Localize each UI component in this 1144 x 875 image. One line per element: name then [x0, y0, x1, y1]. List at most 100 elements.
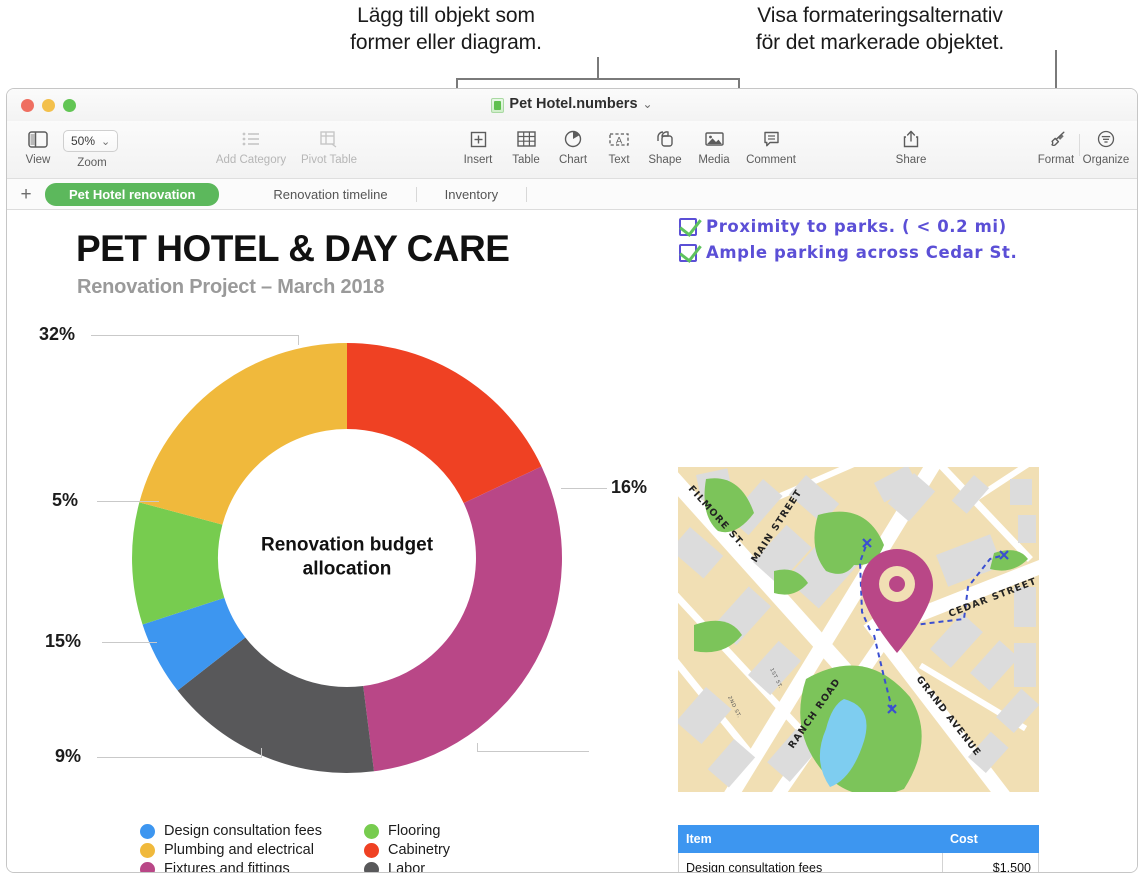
- toolbar-button-comment[interactable]: Comment: [740, 127, 802, 166]
- toolbar-label-zoom: Zoom: [63, 157, 121, 169]
- legend-item-labor[interactable]: Labor: [364, 861, 564, 873]
- window-titlebar[interactable]: Pet Hotel.numbers ⌄: [7, 89, 1137, 121]
- chevron-down-icon: ⌄: [101, 135, 110, 148]
- sheet-tab-divider-1: [416, 187, 417, 202]
- legend-label: Design consultation fees: [164, 823, 322, 839]
- add-sheet-button[interactable]: +: [7, 185, 45, 204]
- toolbar-label-insert: Insert: [464, 154, 493, 166]
- leader-labor: [477, 751, 589, 752]
- legend-item-fixtures-and-fittings[interactable]: Fixtures and fittings: [140, 861, 364, 873]
- pct-label-flooring: 15%: [45, 631, 81, 652]
- table-cell-item[interactable]: Design consultation fees: [679, 853, 943, 874]
- sheet-tab-pet-hotel-renovation[interactable]: Pet Hotel renovation: [45, 183, 219, 206]
- checklist-item-parking[interactable]: Ample parking across Cedar St.: [679, 243, 1017, 262]
- toolbar-label-add-category: Add Category: [216, 154, 286, 166]
- table-header-item[interactable]: Item: [679, 826, 943, 853]
- legend-swatch-icon: [364, 824, 379, 839]
- toolbar-button-add-category[interactable]: Add Category: [220, 127, 282, 166]
- toolbar-label-organize: Organize: [1083, 154, 1130, 166]
- legend-label: Flooring: [388, 823, 440, 839]
- leader-cabinetry: [91, 335, 299, 336]
- toolbar-label-view: View: [26, 154, 51, 166]
- legend-label: Cabinetry: [388, 842, 450, 858]
- page-title: PET HOTEL & DAY CARE: [76, 228, 509, 270]
- toolbar-button-organize[interactable]: Organize: [1075, 127, 1137, 166]
- sheet-tab-divider-2: [526, 187, 527, 202]
- legend-swatch-icon: [140, 824, 155, 839]
- legend-swatch-icon: [140, 862, 155, 874]
- pct-label-cabinetry: 32%: [39, 324, 75, 345]
- toolbar-label-chart: Chart: [559, 154, 587, 166]
- toolbar-button-media[interactable]: Media: [683, 127, 745, 166]
- legend-label: Plumbing and electrical: [164, 842, 314, 858]
- checkmark-icon[interactable]: [679, 218, 697, 236]
- legend-item-design-consultation-fees[interactable]: Design consultation fees: [140, 823, 364, 839]
- legend-item-plumbing-and-electrical[interactable]: Plumbing and electrical: [140, 842, 364, 858]
- leader-fixtures: [561, 488, 607, 489]
- numbers-window: Pet Hotel.numbers ⌄ View 50%: [6, 88, 1138, 873]
- zoom-select[interactable]: 50% ⌄: [63, 130, 118, 152]
- chevron-down-icon[interactable]: ⌄: [643, 97, 653, 111]
- toolbar-button-share[interactable]: Share: [880, 127, 942, 166]
- callout-right-text: Visa formateringsalternativ för det mark…: [680, 2, 1080, 57]
- sheet-canvas[interactable]: PET HOTEL & DAY CARE Renovation Project …: [7, 210, 1137, 873]
- list-icon: [242, 127, 260, 151]
- chart-legend: Design consultation fees Flooring Plumbi…: [140, 823, 560, 873]
- sidebar-icon: [28, 127, 48, 151]
- budget-donut-chart[interactable]: Renovation budget allocation: [117, 338, 577, 778]
- legend-item-cabinetry[interactable]: Cabinetry: [364, 842, 564, 858]
- text-icon: A: [609, 127, 629, 151]
- pct-label-fixtures: 16%: [611, 477, 647, 498]
- svg-text:A: A: [616, 135, 623, 146]
- paintbrush-icon: [1047, 127, 1066, 151]
- document-title[interactable]: Pet Hotel.numbers ⌄: [7, 96, 1137, 112]
- table-row[interactable]: Design consultation fees $1,500: [679, 853, 1039, 874]
- checklist-item-proximity[interactable]: Proximity to parks. ( < 0.2 mi): [679, 217, 1017, 236]
- legend-item-flooring[interactable]: Flooring: [364, 823, 564, 839]
- comment-icon: [763, 127, 780, 151]
- legend-swatch-icon: [140, 843, 155, 858]
- table-header-row: Item Cost: [679, 826, 1039, 853]
- media-icon: [705, 127, 724, 151]
- table-cell-cost[interactable]: $1,500: [943, 853, 1039, 874]
- organize-icon: [1097, 127, 1115, 151]
- main-toolbar: View 50% ⌄ Zoom: [7, 121, 1137, 179]
- slice-plumbing-and-electrical[interactable]: [139, 343, 347, 525]
- location-map-image[interactable]: FILMORE ST. MAIN STREET CEDAR STREET GRA…: [678, 467, 1039, 792]
- sheet-tab-renovation-timeline[interactable]: Renovation timeline: [257, 183, 403, 206]
- callout-left-stem: [597, 57, 599, 79]
- pivot-icon: [320, 127, 339, 151]
- slice-fixtures-and-fittings[interactable]: [363, 466, 562, 771]
- checkmark-icon[interactable]: [679, 244, 697, 262]
- document-title-text: Pet Hotel.numbers: [509, 96, 637, 112]
- toolbar-label-format: Format: [1038, 154, 1074, 166]
- legend-label: Fixtures and fittings: [164, 861, 290, 873]
- sheet-tab-bar: + Pet Hotel renovation Renovation timeli…: [7, 179, 1137, 210]
- chart-icon: [564, 127, 582, 151]
- slice-cabinetry[interactable]: [347, 343, 542, 503]
- leader-plumbing: [97, 501, 159, 502]
- toolbar-button-view[interactable]: View: [7, 127, 69, 166]
- toolbar-label-share: Share: [896, 154, 927, 166]
- sheet-tab-inventory[interactable]: Inventory: [429, 183, 514, 206]
- callout-left-text: Lägg till objekt som former eller diagra…: [306, 2, 586, 57]
- checklist-item-label: Ample parking across Cedar St.: [706, 243, 1017, 262]
- leader-flooring: [102, 642, 157, 643]
- pct-label-plumbing: 5%: [52, 490, 78, 511]
- toolbar-label-text: Text: [608, 154, 629, 166]
- legend-label: Labor: [388, 861, 425, 873]
- toolbar-label-media: Media: [698, 154, 729, 166]
- checklist-item-label: Proximity to parks. ( < 0.2 mi): [706, 217, 1007, 236]
- donut-center-label: Renovation budget allocation: [222, 534, 472, 583]
- insert-icon: [470, 127, 487, 151]
- table-header-cost[interactable]: Cost: [943, 826, 1039, 853]
- handwritten-checklist: Proximity to parks. ( < 0.2 mi) Ample pa…: [679, 217, 1017, 269]
- toolbar-label-shape: Shape: [648, 154, 681, 166]
- toolbar-button-pivot-table[interactable]: Pivot Table: [298, 127, 360, 166]
- toolbar-label-comment: Comment: [746, 154, 796, 166]
- page-subtitle: Renovation Project – March 2018: [77, 276, 384, 299]
- cost-table[interactable]: Item Cost Design consultation fees $1,50…: [678, 825, 1039, 873]
- shape-icon: [656, 127, 674, 151]
- leader-cabinetry-tick: [298, 335, 299, 345]
- zoom-value: 50%: [71, 134, 95, 148]
